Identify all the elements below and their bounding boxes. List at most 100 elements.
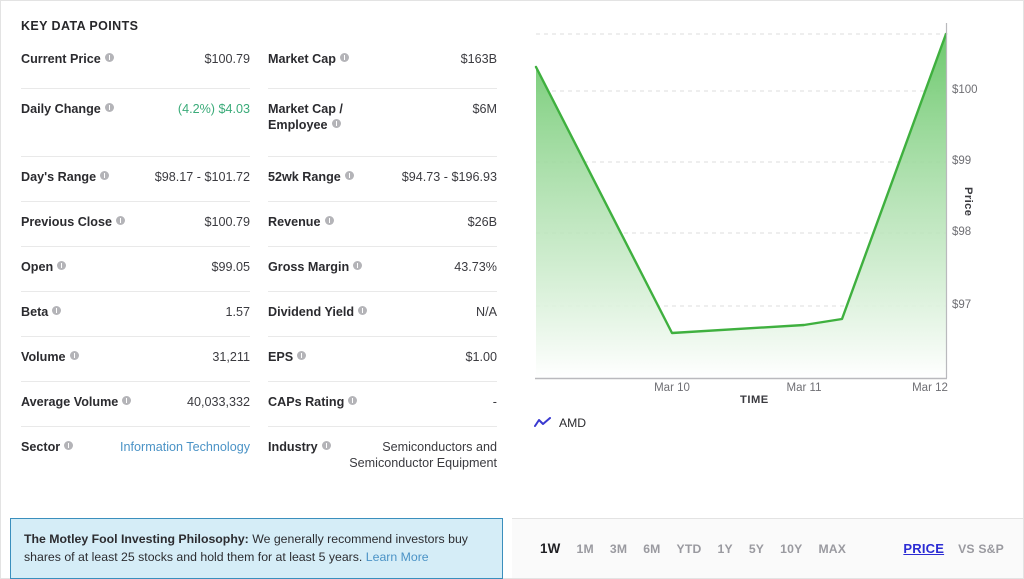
data-row-value: -	[492, 395, 497, 409]
x-axis-tick-mar-11: Mar 11	[786, 382, 822, 394]
data-row-value: $26B	[467, 215, 497, 229]
data-row-label: Beta	[21, 304, 62, 320]
info-icon[interactable]	[122, 396, 132, 405]
line-chart-icon	[534, 417, 551, 427]
table-row: Gross Margin 43.73%	[268, 246, 497, 291]
table-row: Beta 1.57	[21, 291, 250, 336]
data-row-value: 40,033,332	[186, 395, 250, 409]
key-data-column-left: Current Price $100.79 Daily Change (4.2%) $…	[21, 43, 250, 518]
data-row-value: Semiconductors and Semiconductor Equipme…	[349, 440, 497, 470]
data-row-label: Day's Range	[21, 169, 110, 185]
mode-button-price[interactable]: PRICE	[903, 541, 944, 556]
table-row: Volume 31,211	[21, 336, 250, 381]
info-icon[interactable]	[331, 119, 341, 128]
table-row: EPS $1.00	[268, 336, 497, 381]
info-icon[interactable]	[348, 396, 358, 405]
range-button-1y[interactable]: 1Y	[710, 538, 741, 560]
data-row-label: Average Volume	[21, 394, 132, 410]
info-icon[interactable]	[353, 261, 363, 270]
info-icon[interactable]	[358, 306, 368, 315]
data-row-value: $100.79	[204, 215, 250, 229]
chart-area[interactable]: $100 $99 $98 $97 Mar 10 Mar 11 Mar 12 TI…	[512, 1, 1023, 518]
table-row: Daily Change (4.2%) $4.03	[21, 88, 250, 156]
info-icon[interactable]	[297, 351, 307, 360]
info-icon[interactable]	[321, 441, 331, 450]
info-icon[interactable]	[344, 171, 354, 180]
data-row-label: Market Cap	[268, 51, 349, 67]
learn-more-link[interactable]: Learn More	[366, 550, 429, 564]
table-row: Dividend Yield N/A	[268, 291, 497, 336]
table-row: Average Volume 40,033,332	[21, 381, 250, 426]
data-row-value: $99.05	[211, 260, 250, 274]
range-button-6m[interactable]: 6M	[635, 538, 668, 560]
data-row-value[interactable]: Information Technology	[73, 439, 250, 455]
philosophy-heading: The Motley Fool Investing Philosophy:	[24, 532, 249, 546]
x-axis-tick-mar-12: Mar 12	[912, 382, 948, 394]
info-icon[interactable]	[116, 216, 125, 225]
data-row-label: Open	[21, 259, 67, 275]
table-row: Open $99.05	[21, 246, 250, 291]
y-axis-tick-99: $99	[952, 155, 972, 167]
table-row: Current Price $100.79	[21, 43, 250, 88]
data-row-label: Dividend Yield	[268, 304, 368, 320]
range-button-10y[interactable]: 10Y	[772, 538, 810, 560]
data-row-value: $6M	[472, 102, 498, 116]
price-chart-panel: $100 $99 $98 $97 Mar 10 Mar 11 Mar 12 TI…	[512, 0, 1024, 579]
data-row-label: Daily Change	[21, 101, 114, 117]
data-row-label: Current Price	[21, 51, 114, 67]
y-axis-title: Price	[962, 187, 974, 217]
data-row-value: 43.73%	[454, 260, 497, 274]
info-icon[interactable]	[339, 53, 349, 62]
y-axis-tick-98: $98	[952, 226, 972, 238]
stock-quote-panel: KEY DATA POINTS Current Price $100.79 Dail…	[0, 0, 1024, 579]
x-axis-title: TIME	[740, 394, 769, 406]
data-row-label: EPS	[268, 349, 307, 365]
info-icon[interactable]	[104, 103, 114, 112]
range-button-3m[interactable]: 3M	[602, 538, 635, 560]
data-row-value: $94.73 - $196.93	[401, 170, 497, 184]
table-row: Industry Semiconductors and Semiconductor…	[268, 426, 497, 518]
info-icon[interactable]	[104, 53, 114, 62]
range-button-1w[interactable]: 1W	[532, 537, 569, 560]
data-row-value: $163B	[460, 52, 497, 66]
table-row: Previous Close $100.79	[21, 201, 250, 246]
y-axis-tick-100: $100	[952, 84, 978, 96]
key-data-column-right: Market Cap $163B Market Cap / Employee $6M 5…	[268, 43, 497, 518]
y-axis-tick-97: $97	[952, 299, 972, 311]
info-icon[interactable]	[100, 171, 110, 180]
range-button-5y[interactable]: 5Y	[741, 538, 772, 560]
data-row-value: 1.57	[225, 305, 250, 319]
table-row: Market Cap $163B	[268, 43, 497, 88]
range-button-max[interactable]: MAX	[810, 538, 854, 560]
data-row-label: Previous Close	[21, 214, 125, 230]
range-button-1m[interactable]: 1M	[569, 538, 602, 560]
page-title: KEY DATA POINTS	[21, 19, 139, 33]
table-row: Sector Information Technology	[21, 426, 250, 494]
mode-button-vs-s-p[interactable]: VS S&P	[958, 542, 1004, 556]
chart-legend-item-amd[interactable]: AMD	[534, 416, 586, 430]
data-row-value: (4.2%) $4.03	[177, 102, 250, 116]
data-row-value: $100.79	[204, 52, 250, 66]
data-row-label: Volume	[21, 349, 79, 365]
chart-mode-selector: PRICE VS S&P	[903, 541, 1004, 556]
range-button-ytd[interactable]: YTD	[669, 538, 710, 560]
info-icon[interactable]	[324, 216, 334, 225]
info-icon[interactable]	[69, 351, 79, 360]
key-data-points-panel: KEY DATA POINTS Current Price $100.79 Dail…	[0, 0, 512, 579]
table-row: CAPs Rating -	[268, 381, 497, 426]
info-icon[interactable]	[52, 306, 62, 315]
price-area-chart[interactable]	[512, 1, 1024, 441]
data-row-label: 52wk Range	[268, 169, 354, 185]
info-icon[interactable]	[57, 261, 67, 270]
data-row-label: CAPs Rating	[268, 394, 358, 410]
data-row-value: $1.00	[465, 350, 497, 364]
table-row: 52wk Range $94.73 - $196.93	[268, 156, 497, 201]
table-row: Day's Range $98.17 - $101.72	[21, 156, 250, 201]
investing-philosophy-banner: The Motley Fool Investing Philosophy: We…	[10, 518, 503, 579]
data-row-label: Sector	[21, 439, 74, 455]
data-row-value: N/A	[476, 305, 497, 319]
info-icon[interactable]	[64, 441, 74, 450]
data-row-label: Market Cap / Employee	[268, 102, 343, 132]
legend-label: AMD	[559, 416, 587, 430]
table-row: Market Cap / Employee $6M	[268, 88, 497, 156]
